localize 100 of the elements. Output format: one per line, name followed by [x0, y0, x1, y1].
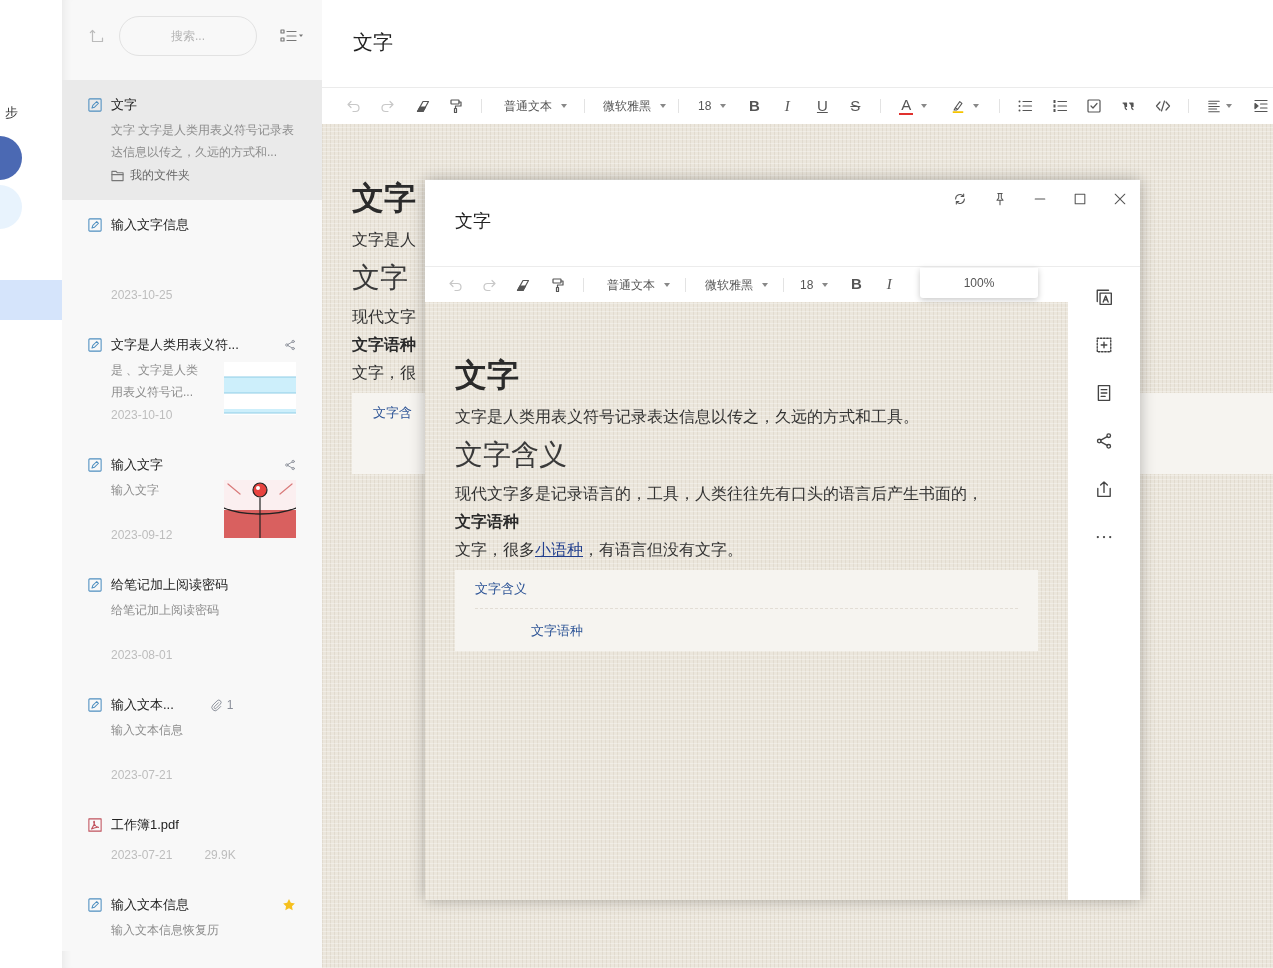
note-date: 2023-10-10 [111, 407, 173, 424]
font-size-dropdown[interactable]: 18 [791, 270, 838, 299]
note-title: 给笔记加上阅读密码 [111, 576, 228, 594]
italic-button[interactable]: I [874, 270, 905, 299]
eraser-icon[interactable] [415, 98, 431, 114]
note-title: 输入文字 [111, 456, 163, 474]
paragraph: 现代文字多是记录语言的，工具，人类往往先有口头的语言后产生书面的， [455, 484, 983, 504]
bold-button[interactable]: B [841, 270, 872, 299]
caret-icon [720, 104, 727, 108]
caret-icon [921, 104, 928, 108]
sync-label[interactable]: 步 [0, 104, 62, 122]
search-field[interactable]: 搜索... [119, 16, 257, 56]
heading: 文字 [352, 179, 416, 218]
strikethrough-button[interactable]: S [840, 92, 871, 120]
note-title: 输入文字信息 [111, 216, 189, 234]
paragraph: 文字是人 [352, 230, 416, 250]
note-title: 文字是人类用表义符... [111, 336, 239, 354]
note-icon [88, 898, 102, 912]
caret-icon [973, 104, 980, 108]
section-heading: 文字语种 [455, 512, 519, 532]
attachment-count: 1 [226, 697, 234, 714]
align-left-icon[interactable] [1207, 98, 1222, 114]
note-date: 2023-07-21 [111, 847, 173, 864]
close-icon[interactable] [1113, 192, 1127, 206]
note-title: 输入文本信息 [111, 896, 189, 914]
caret-icon [561, 104, 567, 108]
note-date: 2023-07-21 [111, 767, 173, 784]
window-title: 文字 [455, 210, 491, 233]
numbered-list-icon[interactable] [1052, 98, 1069, 114]
paragraph-style-dropdown[interactable]: 普通文本 [598, 270, 679, 299]
add-box-icon[interactable] [1095, 336, 1113, 354]
bold-button[interactable]: B [739, 92, 770, 120]
note-title: 文字 [353, 29, 393, 55]
note-snippet: 输入文本信息恢复历 [111, 922, 220, 939]
caret-icon [822, 282, 829, 287]
folder-name: 我的文件夹 [130, 167, 190, 184]
highlighter-icon[interactable] [951, 98, 966, 114]
note-icon [88, 698, 102, 712]
toc-link[interactable]: 文字语种 [531, 621, 583, 641]
zoom-level-menu[interactable]: 100% [920, 268, 1038, 298]
file-size: 29.9K [204, 847, 236, 864]
font-color-button[interactable]: A [895, 92, 932, 120]
note-icon [88, 578, 102, 592]
note-date: 2023-09-12 [111, 527, 173, 544]
note-icon [88, 98, 102, 112]
checkbox-icon[interactable] [1086, 98, 1103, 114]
caret-icon [664, 282, 670, 287]
font-size-dropdown[interactable]: 18 [689, 92, 736, 120]
paragraph: 现代文字 [352, 307, 416, 327]
image-thumbnail [224, 362, 296, 415]
note-title: 文字 [111, 96, 137, 114]
paragraph-style-dropdown[interactable]: 普通文本 [495, 92, 576, 120]
toc-link[interactable]: 文字含 [373, 403, 412, 423]
toc-link[interactable]: 文字含义 [475, 579, 527, 599]
document-icon[interactable] [1095, 384, 1113, 402]
share-icon[interactable] [1095, 432, 1113, 450]
caret-icon [762, 282, 768, 287]
refresh-icon[interactable] [953, 192, 967, 206]
indent-icon[interactable] [1253, 98, 1270, 114]
subheading: 文字含义 [455, 437, 567, 473]
format-painter-icon[interactable] [550, 276, 566, 293]
note-snippet: 输入文字 [111, 482, 160, 499]
section-heading: 文字语种 [352, 335, 416, 355]
note-snippet: 给笔记加上阅读密码 [111, 602, 220, 619]
note-date: 2023-10-25 [111, 287, 173, 304]
link[interactable]: 小语种 [535, 541, 583, 558]
note-title: 工作簿1.pdf [111, 816, 179, 834]
note-icon [88, 338, 102, 352]
note-snippet: 输入文本信息 [111, 722, 184, 739]
pin-icon[interactable] [993, 192, 1007, 206]
code-icon[interactable] [1155, 98, 1172, 114]
paperclip-icon [209, 698, 223, 712]
note-item[interactable]: 文字 文字 文字是人类用表义符号记录表达信息以传之，久远的方式和... 我的文件夹 [62, 80, 322, 200]
italic-button[interactable]: I [772, 92, 803, 120]
note-snippet: 文字 文字是人类用表义符号记录表达信息以传之，久远的方式和... [111, 122, 296, 161]
maximize-icon[interactable] [1073, 192, 1087, 206]
star-icon[interactable] [282, 898, 296, 912]
paragraph: 文字，很多小语种，有语言但没有文字。 [455, 540, 743, 560]
subheading: 文字 [352, 260, 408, 296]
note-icon [88, 458, 102, 472]
image-thumbnail [224, 480, 296, 538]
note-snippet: 是 、文字是人类用表义符号记... [111, 362, 200, 401]
bulleted-list-icon[interactable] [1017, 98, 1034, 114]
paragraph: 文字是人类用表义符号记录表达信息以传之，久远的方式和工具。 [455, 407, 919, 427]
note-title: 输入文本... [111, 696, 174, 714]
folder-icon [111, 168, 124, 182]
note-icon [88, 218, 102, 232]
export-icon[interactable] [1095, 480, 1113, 498]
font-dropdown[interactable]: 微软雅黑 [594, 92, 675, 120]
font-dropdown[interactable]: 微软雅黑 [696, 270, 777, 299]
format-painter-icon[interactable] [448, 98, 464, 114]
paragraph: 文字，很 [352, 363, 416, 383]
note-date: 2023-08-01 [111, 647, 173, 664]
list-view-icon[interactable] [280, 28, 304, 44]
underline-button[interactable]: U [807, 92, 838, 120]
heading: 文字 [455, 356, 519, 395]
pdf-icon [88, 818, 102, 832]
text-box-icon[interactable] [1095, 288, 1113, 306]
caret-icon [660, 104, 666, 108]
caret-icon [1226, 104, 1233, 108]
